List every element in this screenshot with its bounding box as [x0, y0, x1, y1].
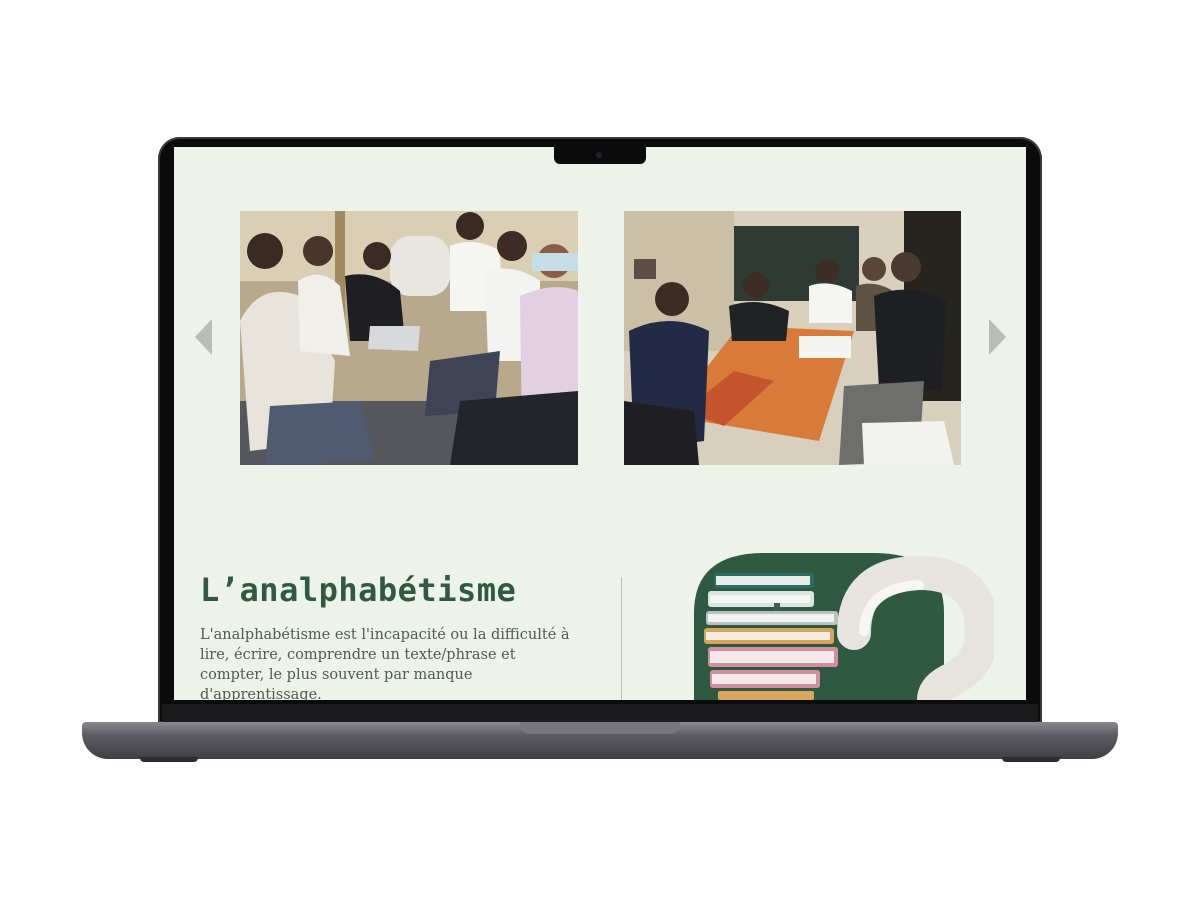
- outdoor-group-image: [240, 211, 578, 465]
- carousel-photo-classroom-group: [624, 211, 961, 465]
- camera-notch: [554, 147, 646, 164]
- laptop-foot-right: [1002, 757, 1060, 762]
- carousel-prev-arrow-icon[interactable]: [195, 319, 212, 355]
- website-screen: L’analphabétisme L'analphabétisme est l'…: [174, 147, 1026, 700]
- section-title: L’analphabétisme: [200, 571, 517, 609]
- laptop-opening-notch: [520, 722, 680, 734]
- laptop-foot-left: [140, 757, 198, 762]
- classroom-group-image: [624, 211, 961, 465]
- laptop-hinge: [162, 704, 1038, 723]
- webcam-icon: [596, 152, 602, 158]
- laptop-mockup: L’analphabétisme L'analphabétisme est l'…: [0, 0, 1200, 900]
- books-question-mark-icon: [694, 553, 1000, 700]
- carousel-next-arrow-icon[interactable]: [989, 319, 1006, 355]
- section-description: L'analphabétisme est l'incapacité ou la …: [200, 627, 570, 700]
- carousel-photo-outdoor-group: [240, 211, 578, 465]
- section-divider: [621, 577, 622, 700]
